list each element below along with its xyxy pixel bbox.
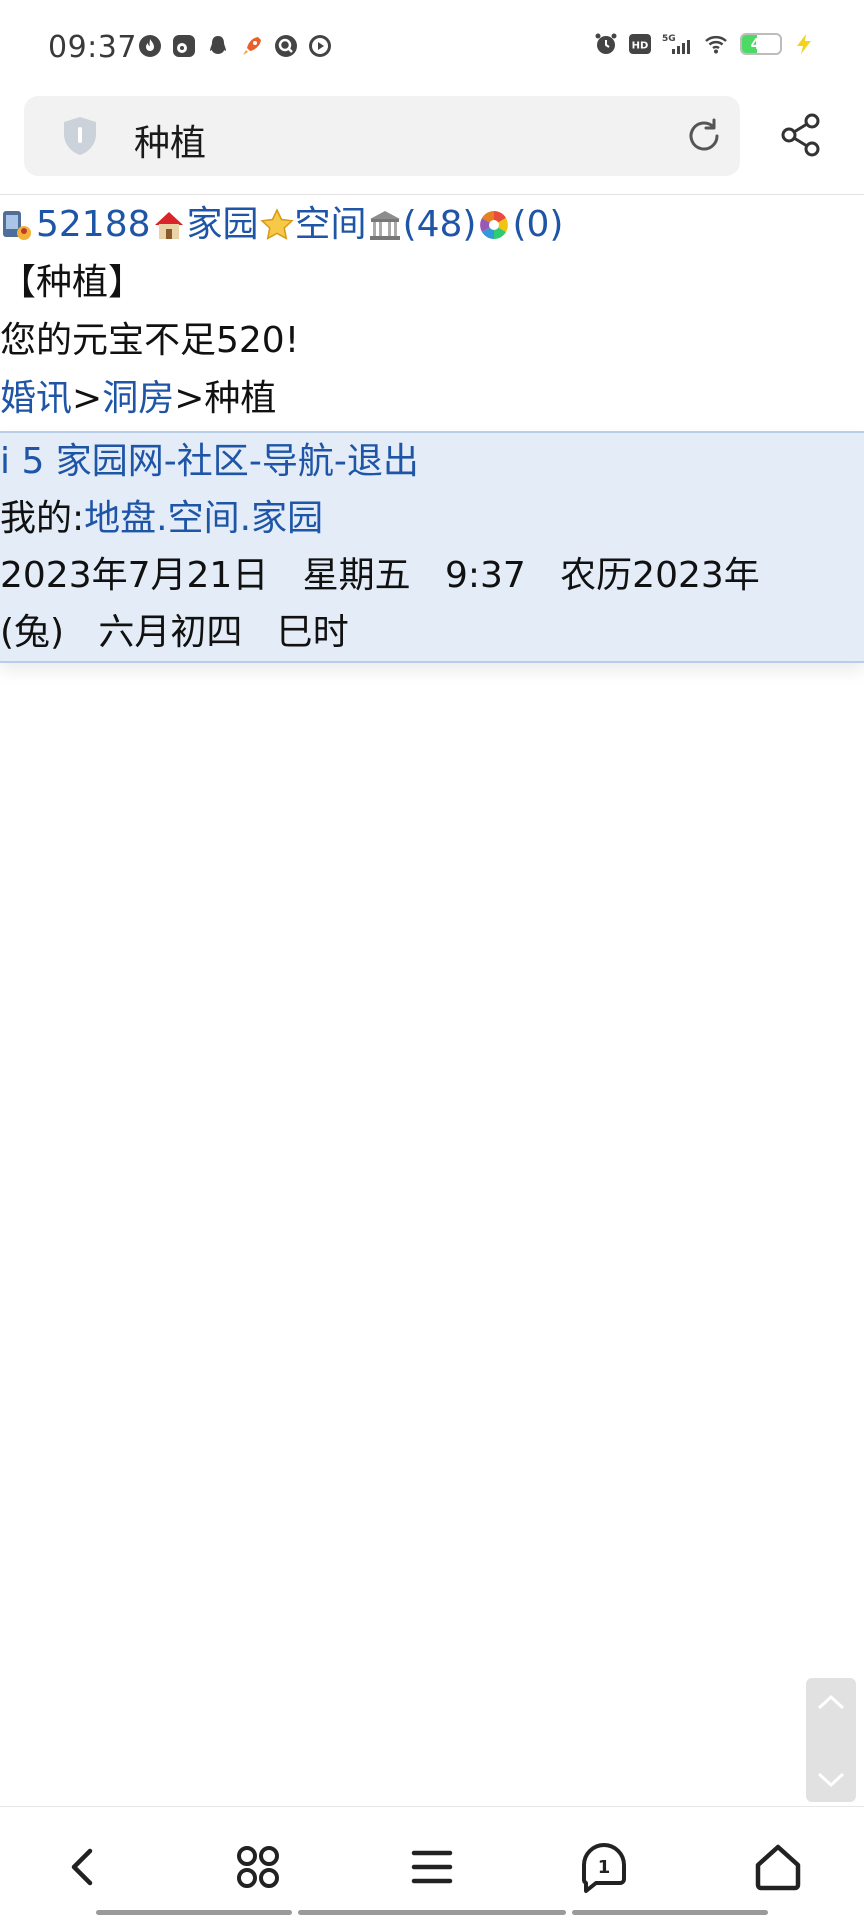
scroll-handle[interactable] — [806, 1678, 856, 1802]
logout-link[interactable]: 退出 — [347, 433, 419, 490]
site-home-link[interactable]: i 5 家园网 — [0, 433, 164, 490]
tabs-icon: 1 — [581, 1843, 626, 1893]
my-home-link[interactable]: 家园 — [251, 490, 323, 547]
status-time: 09:37 — [48, 30, 137, 65]
shield-icon[interactable] — [58, 114, 102, 158]
back-icon — [71, 1848, 93, 1886]
home-button[interactable] — [748, 1837, 808, 1897]
search-app-icon — [275, 35, 297, 57]
notification-icons — [138, 34, 332, 58]
my-links-row: 我的: 地盘 . 空间 . 家园 — [0, 490, 864, 547]
gesture-bar-center[interactable] — [298, 1910, 566, 1915]
breadcrumb-current: 种植 — [204, 378, 277, 419]
tabs-button[interactable]: 1 — [574, 1837, 634, 1897]
play-icon — [309, 35, 331, 57]
qq-icon — [210, 36, 226, 54]
gesture-bar-right — [572, 1910, 768, 1915]
fire-app-icon — [139, 35, 161, 57]
lunar-date-line: (兔) 六月初四 巳时 — [0, 612, 349, 653]
wifi-icon — [705, 36, 727, 54]
menu-icon — [411, 1850, 453, 1884]
breadcrumb-separator: > — [174, 378, 205, 419]
apps-icon — [237, 1846, 279, 1888]
footer-separator: - — [163, 441, 177, 482]
star-icon — [259, 208, 294, 240]
apps-button[interactable] — [228, 1837, 288, 1897]
insufficient-balance-message: 您的元宝不足520! — [0, 320, 300, 361]
svg-text:HD: HD — [632, 41, 649, 52]
user-info-row: 52188 家园 空间 (48) (0) — [0, 196, 864, 254]
gesture-bar-left — [96, 1910, 292, 1915]
menu-button[interactable] — [402, 1837, 462, 1897]
breadcrumb-separator: > — [72, 378, 103, 419]
browser-screen: 09:37 HD 5G 40 种植 52188 家园 空间 (48) (0) 【… — [0, 0, 864, 1920]
house-icon — [154, 212, 183, 239]
weibo-icon — [173, 35, 195, 57]
my-space-link[interactable]: 空间 — [168, 490, 240, 547]
breadcrumb: 婚讯 > 洞房 > 种植 — [0, 370, 864, 428]
address-bar[interactable]: 种植 — [24, 96, 740, 176]
hd-icon: HD — [629, 34, 651, 54]
count-b-link[interactable]: (0) — [512, 196, 563, 254]
battery-level: 40 — [750, 35, 772, 53]
signal-5g-icon: 5G — [662, 34, 690, 54]
link-dot: . — [156, 498, 168, 539]
reload-icon[interactable] — [684, 116, 724, 156]
status-bar: 09:37 HD 5G 40 — [0, 0, 864, 96]
guide-link[interactable]: 导航 — [262, 433, 334, 490]
footer-nav: i 5 家园网 - 社区 - 导航 - 退出 — [0, 433, 864, 490]
rocket-icon — [243, 37, 261, 55]
scroll-up-icon[interactable] — [806, 1682, 856, 1722]
building-icon — [369, 211, 400, 240]
count-a-link[interactable]: (48) — [403, 196, 477, 254]
share-icon[interactable] — [778, 112, 824, 158]
home-icon — [755, 1844, 801, 1891]
page-content: 52188 家园 空间 (48) (0) 【种植】 您的元宝不足520! 婚讯 … — [0, 196, 864, 428]
tab-count: 1 — [598, 1857, 611, 1878]
site-footer: i 5 家园网 - 社区 - 导航 - 退出 我的: 地盘 . 空间 . 家园 … — [0, 431, 864, 663]
date-line: 2023年7月21日 星期五 9:37 农历2023年 — [0, 555, 760, 596]
back-button[interactable] — [54, 1837, 114, 1897]
color-wheel-icon — [480, 211, 509, 239]
user-id-link[interactable]: 52188 — [36, 196, 151, 254]
link-dot: . — [239, 498, 252, 539]
my-label: 我的: — [0, 498, 85, 539]
battery-icon: 40 — [740, 33, 782, 55]
breadcrumb-bridal-room-link[interactable]: 洞房 — [102, 370, 174, 428]
community-link[interactable]: 社区 — [177, 433, 249, 490]
alarm-icon — [595, 33, 617, 54]
home-link[interactable]: 家园 — [187, 196, 259, 254]
bottom-toolbar: 1 — [0, 1806, 864, 1920]
space-link[interactable]: 空间 — [295, 196, 367, 254]
page-heading: 【种植】 — [0, 262, 145, 303]
land-link[interactable]: 地盘 — [84, 490, 156, 547]
footer-separator: - — [333, 441, 347, 482]
footer-separator: - — [248, 441, 262, 482]
scroll-down-icon[interactable] — [806, 1760, 856, 1800]
charging-icon — [797, 34, 811, 54]
phone-user-icon — [3, 211, 31, 240]
svg-text:5G: 5G — [662, 34, 676, 44]
page-title[interactable]: 种植 — [134, 114, 206, 166]
toolbar-divider — [0, 194, 864, 195]
system-icons: HD 5G 40 — [594, 32, 816, 56]
breadcrumb-wedding-news-link[interactable]: 婚讯 — [0, 370, 72, 428]
